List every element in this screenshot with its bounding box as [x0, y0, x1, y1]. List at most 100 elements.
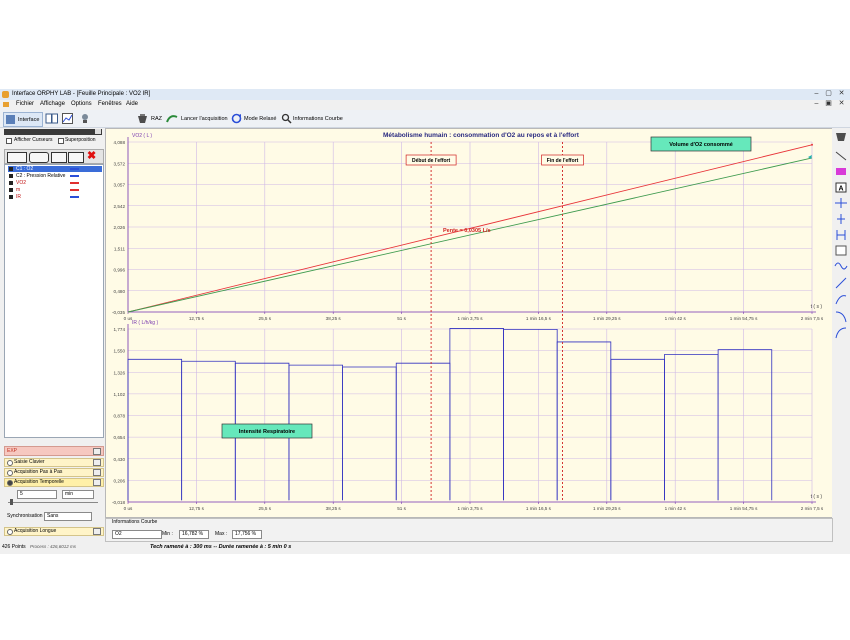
eraser-icon[interactable] — [836, 168, 846, 175]
text-tool-icon[interactable]: A — [835, 182, 847, 193]
interface-button[interactable]: Interface — [3, 112, 43, 127]
curve-icon — [9, 181, 13, 185]
log-model-icon[interactable] — [835, 327, 847, 339]
radio[interactable] — [7, 470, 13, 476]
calc-icon[interactable] — [51, 152, 67, 163]
acquisition-longue-option[interactable]: Acquisition Longue — [4, 527, 104, 536]
slider-track[interactable] — [8, 502, 98, 503]
exp-bar: EXP — [4, 446, 104, 456]
curve-label: C1 : O2 — [16, 166, 34, 172]
x-tick-label: 51 s — [397, 316, 406, 321]
expand-icon[interactable] — [93, 459, 101, 466]
y-tick-label: 0,480 — [114, 289, 126, 294]
menu-fichier[interactable]: Fichier — [16, 101, 34, 107]
curve-row-ir[interactable]: IR — [8, 194, 102, 200]
debut-effort-label[interactable]: Début de l'effort — [405, 154, 457, 166]
mode-relaxe-button[interactable]: Mode Relaxé — [244, 116, 276, 122]
delete-icon[interactable]: ✖ — [87, 150, 96, 163]
curve-list-icon[interactable] — [7, 152, 27, 163]
radio[interactable] — [7, 529, 13, 535]
pente-label: Pente = 0,0305 L/s — [443, 228, 491, 234]
fin-effort-label[interactable]: Fin de l'effort — [541, 154, 584, 166]
max-label: Max : — [215, 531, 228, 537]
panel-close-icon[interactable] — [95, 129, 101, 134]
svg-text:A: A — [839, 186, 844, 193]
right-tool-strip: A — [832, 128, 850, 553]
minimize-icon[interactable]: – — [812, 90, 821, 98]
duration-input[interactable]: 5 — [17, 490, 57, 499]
collapse-icon[interactable] — [93, 479, 101, 486]
curve-row-c2[interactable]: C2 : Pression Relative — [8, 173, 102, 179]
curve-model-icon[interactable] — [835, 295, 847, 305]
chart-title: Métabolisme humain : consommation d'O2 a… — [383, 132, 580, 139]
zoom-tool-icon[interactable] — [835, 245, 847, 256]
x-axis-label: t ( s ) — [811, 494, 823, 500]
relaxe-icon[interactable] — [231, 113, 242, 124]
menu-fenetres[interactable]: Fenêtres — [98, 101, 122, 107]
menu-aide[interactable]: Aide — [126, 101, 138, 107]
slider-thumb[interactable] — [10, 499, 13, 505]
linear-model-icon[interactable] — [835, 277, 847, 289]
expand-icon[interactable] — [93, 469, 101, 476]
sync-select[interactable]: Sans — [44, 512, 92, 521]
informations-courbe-button[interactable]: Informations Courbe — [293, 116, 343, 122]
raz-button[interactable]: RAZ — [151, 116, 162, 122]
mdi-minimize-icon[interactable]: – — [812, 100, 821, 108]
curve-label: m — [16, 187, 21, 193]
close-icon[interactable]: ✕ — [837, 90, 846, 98]
lancer-icon[interactable] — [166, 113, 178, 124]
edit-icon[interactable] — [68, 152, 84, 163]
radio-selected[interactable] — [7, 480, 13, 486]
curve-color-swatch — [70, 175, 79, 177]
x-tick-label: 12,75 s — [189, 506, 205, 511]
search-icon[interactable] — [281, 113, 292, 124]
superposition-checkbox[interactable] — [58, 138, 64, 144]
exp-toggle-icon[interactable] — [93, 448, 101, 455]
raz-icon[interactable] — [836, 133, 846, 141]
y-tick-label: 0,878 — [114, 414, 126, 419]
chart-icon[interactable] — [62, 113, 73, 124]
mdi-close-icon[interactable]: ✕ — [837, 100, 846, 108]
line-tool-icon[interactable] — [835, 151, 847, 161]
menu-options[interactable]: Options — [71, 101, 92, 107]
x-tick-label: 2 min 7,5 s — [801, 506, 824, 511]
raz-icon[interactable] — [137, 113, 148, 124]
lancer-acquisition-button[interactable]: Lancer l'acquisition — [181, 116, 228, 122]
tangent-tool-icon[interactable] — [837, 214, 845, 224]
vo2-chart: 4,088 3,572 3,057 2,542 2,026 1,511 0,996 0,480… — [112, 133, 824, 321]
ir-bar — [664, 354, 719, 501]
duration-unit-select[interactable]: min — [62, 490, 94, 499]
exp-label: EXP — [7, 448, 18, 454]
intensite-respiratoire-label[interactable]: Intensité Respiratoire — [221, 423, 313, 439]
volume-o2-label[interactable]: Volume d'O2 consommé — [650, 136, 752, 152]
mdi-restore-icon[interactable]: ▣ — [824, 100, 833, 108]
saisie-clavier-option[interactable]: Saisie Clavier — [4, 458, 104, 467]
curve-row-m[interactable]: m — [8, 187, 102, 193]
y-tick-label: 0,654 — [114, 435, 126, 440]
y-tick-label: 1,102 — [114, 392, 126, 397]
afficher-curseurs-checkbox[interactable] — [6, 138, 12, 144]
curve-row-vo2[interactable]: VO2 — [8, 180, 102, 186]
gear-icon[interactable] — [29, 152, 49, 163]
curve-select[interactable]: O2 — [112, 530, 162, 539]
measure-tool-icon[interactable] — [836, 230, 846, 240]
radio[interactable] — [7, 460, 13, 466]
temporelle-option[interactable]: Acquisition Temporelle — [4, 478, 104, 487]
book-icon[interactable] — [45, 113, 58, 124]
curve-icon — [9, 174, 13, 178]
wizard-icon[interactable] — [80, 113, 91, 124]
cursor-tool-icon[interactable] — [835, 198, 847, 208]
x-tick-label: 1 min 42 s — [665, 316, 687, 321]
wave-tool-icon[interactable] — [834, 262, 848, 270]
plot-area: Métabolisme humain : consommation d'O2 a… — [105, 128, 833, 518]
maximize-icon[interactable]: ▢ — [824, 90, 833, 98]
menu-affichage[interactable]: Affichage — [40, 101, 65, 107]
curve-row-c1[interactable]: C1 : O2 — [8, 166, 102, 172]
y-tick-label: 1,774 — [114, 327, 126, 332]
expand-icon[interactable] — [93, 528, 101, 535]
pas-a-pas-option[interactable]: Acquisition Pas à Pas — [4, 468, 104, 477]
y-tick-label: 0,996 — [114, 268, 126, 273]
exp-model-icon[interactable] — [835, 311, 847, 323]
left-panel: Afficher Curseurs Superposition ✖ C1 : O… — [0, 128, 104, 553]
curve-color-swatch — [70, 168, 79, 170]
